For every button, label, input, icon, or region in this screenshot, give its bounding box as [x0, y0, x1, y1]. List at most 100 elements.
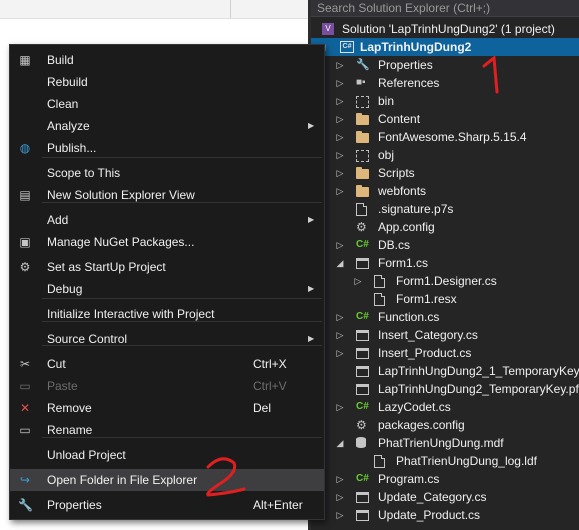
expand-arrow-icon[interactable]: ▷ [335, 344, 345, 362]
tree-item[interactable]: .signature.p7s [311, 200, 579, 218]
menu-item-label: Clean [47, 97, 79, 111]
tree-item[interactable]: ▷ Content [311, 110, 579, 128]
expand-arrow-icon[interactable]: ▷ [335, 74, 345, 92]
tree-item[interactable]: ▷ Insert_Product.cs [311, 344, 579, 362]
menu-item-unload-project[interactable]: Unload Project [10, 444, 324, 466]
menu-item-rebuild[interactable]: Rebuild [10, 71, 324, 93]
expand-arrow-icon[interactable]: ▷ [335, 110, 345, 128]
tree-item[interactable]: ▷ FontAwesome.Sharp.5.15.4 [311, 128, 579, 146]
expand-arrow-icon[interactable]: ▷ [335, 308, 345, 326]
menu-item-set-as-startup-project[interactable]: ⚙ Set as StartUp Project [10, 256, 324, 278]
open-folder-icon: ↪ [19, 473, 31, 487]
submenu-arrow-icon: ▶ [308, 284, 315, 293]
folder-dashed-icon [356, 150, 369, 162]
menu-item-clean[interactable]: Clean [10, 93, 324, 115]
menu-item-source-control[interactable]: Source Control ▶ [10, 328, 324, 350]
database-icon [356, 437, 366, 448]
tree-item[interactable]: ◢ PhatTrienUngDung.mdf [311, 434, 579, 452]
tree-item[interactable]: PhatTrienUngDung_log.ldf [311, 452, 579, 470]
menu-item-label: Properties [47, 498, 102, 512]
menu-item-add[interactable]: Add ▶ [10, 209, 324, 231]
solution-explorer: Search Solution Explorer (Ctrl+;) V Solu… [308, 0, 579, 530]
project-label: LapTrinhUngDung2 [360, 40, 472, 54]
csharp-file-icon [374, 275, 385, 288]
menu-item-publish[interactable]: ◍ Publish... [10, 137, 324, 159]
menu-item-label: Source Control [47, 332, 128, 346]
tree-item[interactable]: ▷ C# DB.cs [311, 236, 579, 254]
tree-item[interactable]: ◢ Form1.cs [311, 254, 579, 272]
menu-item-open-folder-in-file-explorer[interactable]: ↪ Open Folder in File Explorer [10, 469, 324, 491]
collapse-arrow-icon[interactable]: ◢ [335, 254, 345, 272]
expand-arrow-icon[interactable]: ▷ [335, 182, 345, 200]
tree-item[interactable]: ▷ Form1.Designer.cs [311, 272, 579, 290]
expand-arrow-icon[interactable]: ▷ [335, 164, 345, 182]
tree-item-label: Content [378, 112, 421, 126]
tree-item-label: PhatTrienUngDung_log.ldf [396, 454, 537, 468]
menu-item-paste[interactable]: ▭ Paste Ctrl+V [10, 375, 324, 397]
tree-item[interactable]: ▷ Scripts [311, 164, 579, 182]
menu-item-remove[interactable]: ✕ Remove Del [10, 397, 324, 419]
tree-item-label: Program.cs [378, 472, 440, 486]
collapse-arrow-icon[interactable]: ◢ [335, 434, 345, 452]
context-menu: ▦ Build Rebuild Clean Analyze ▶ ◍ Publish... Sco… [9, 44, 325, 520]
tree-item-label: PhatTrienUngDung.mdf [378, 436, 504, 450]
tree-item-label: webfonts [378, 184, 427, 198]
wrench-icon: 🔧 [18, 498, 33, 512]
expand-arrow-icon[interactable]: ▷ [335, 128, 345, 146]
search-box[interactable]: Search Solution Explorer (Ctrl+;) [311, 0, 579, 17]
tree-item-label: LapTrinhUngDung2_TemporaryKey.pfx [378, 382, 579, 396]
tree-item-label: packages.config [378, 418, 465, 432]
gear-icon: ⚙ [19, 260, 31, 274]
tree-solution-node[interactable]: V Solution 'LapTrinhUngDung2' (1 project… [311, 20, 579, 38]
tree-item-label: Insert_Category.cs [378, 328, 478, 342]
tree-item[interactable]: ▷ C# LazyCodet.cs [311, 398, 579, 416]
folder-dashed-icon [356, 96, 369, 108]
tree-item[interactable]: ▷ 🔧 Properties [311, 56, 579, 74]
menu-item-manage-nuget-packages[interactable]: ▣ Manage NuGet Packages... [10, 231, 324, 253]
expand-arrow-icon[interactable]: ▷ [335, 398, 345, 416]
menu-item-properties[interactable]: 🔧 Properties Alt+Enter [10, 494, 324, 516]
menu-separator [42, 345, 322, 346]
folder-icon [356, 185, 369, 197]
menu-item-cut[interactable]: ✂ Cut Ctrl+X [10, 353, 324, 375]
menu-item-analyze[interactable]: Analyze ▶ [10, 115, 324, 137]
tree-project-node[interactable]: ◢ C# LapTrinhUngDung2 [311, 38, 579, 56]
tree-item[interactable]: ▷ obj [311, 146, 579, 164]
tree-item[interactable]: LapTrinhUngDung2_TemporaryKey.pfx [311, 380, 579, 398]
tree-item[interactable]: ▷ webfonts [311, 182, 579, 200]
menu-separator [42, 298, 322, 299]
menu-item-scope-to-this[interactable]: Scope to This [10, 162, 324, 184]
tree-item[interactable]: ▷ C# Program.cs [311, 470, 579, 488]
tree-item[interactable]: ▷ ■▪ References [311, 74, 579, 92]
remove-icon: ✕ [19, 401, 31, 415]
tree-item[interactable]: ▷ Insert_Category.cs [311, 326, 579, 344]
tree-item[interactable]: ▷ Update_Product.cs [311, 506, 579, 524]
menu-item-debug[interactable]: Debug ▶ [10, 278, 324, 300]
expand-arrow-icon[interactable]: ▷ [335, 506, 345, 524]
log-file-icon [374, 455, 385, 468]
expand-arrow-icon[interactable]: ▷ [335, 236, 345, 254]
tree-item[interactable]: ▷ Update_Category.cs [311, 488, 579, 506]
expand-arrow-icon[interactable]: ▷ [335, 488, 345, 506]
tree-item[interactable]: Form1.resx [311, 290, 579, 308]
expand-arrow-icon[interactable]: ▷ [335, 470, 345, 488]
expand-arrow-icon[interactable]: ▷ [335, 92, 345, 110]
csharp-project-icon: C# [340, 41, 354, 53]
menu-item-shortcut: Del [253, 401, 272, 415]
expand-arrow-icon[interactable]: ▷ [353, 272, 363, 290]
expand-arrow-icon[interactable]: ▷ [335, 146, 345, 164]
expand-arrow-icon[interactable]: ▷ [335, 326, 345, 344]
rename-icon: ▭ [19, 423, 31, 437]
tree-item[interactable]: ▷ bin [311, 92, 579, 110]
tree-item-label: Update_Product.cs [378, 508, 481, 522]
key-icon [356, 366, 369, 377]
menu-item-shortcut: Ctrl+V [253, 379, 287, 393]
tree-item-label: Scripts [378, 166, 415, 180]
tree-item[interactable]: ▷ C# Function.cs [311, 308, 579, 326]
submenu-arrow-icon: ▶ [308, 215, 315, 224]
menu-item-build[interactable]: ▦ Build [10, 49, 324, 71]
tree-item[interactable]: ⚙ App.config [311, 218, 579, 236]
expand-arrow-icon[interactable]: ▷ [335, 56, 345, 74]
tree-item[interactable]: ⚙ packages.config [311, 416, 579, 434]
tree-item[interactable]: LapTrinhUngDung2_1_TemporaryKey.pfx [311, 362, 579, 380]
